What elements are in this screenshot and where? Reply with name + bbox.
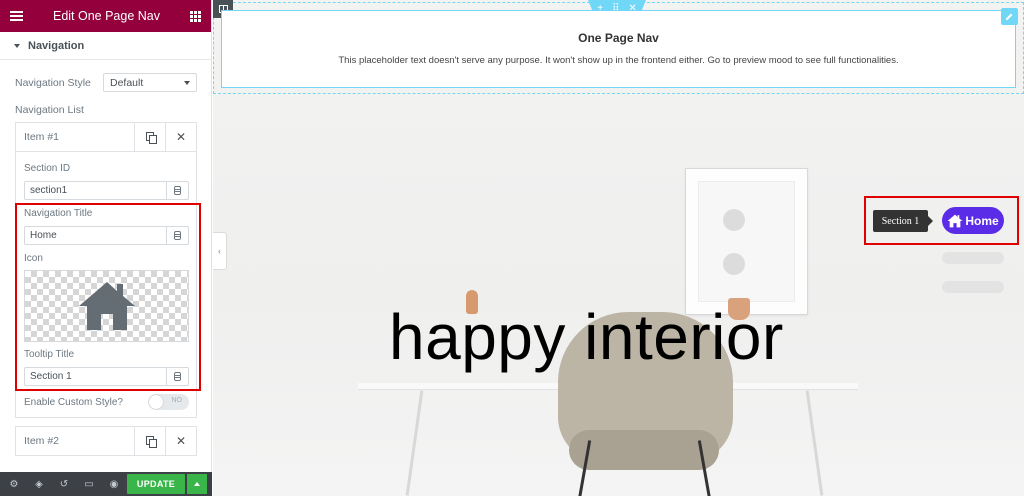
update-button[interactable]: UPDATE <box>127 474 185 494</box>
section-id-input[interactable]: section1 <box>24 181 167 200</box>
repeater-item-2-title: Item #2 <box>24 435 60 447</box>
navigation-style-row: Navigation Style <box>15 77 91 89</box>
icon-picker[interactable] <box>24 270 189 342</box>
nav-item-home[interactable]: Home <box>942 207 1004 234</box>
section-label: Navigation <box>28 39 85 52</box>
custom-style-toggle[interactable]: NO <box>148 394 189 410</box>
navigation-style-select[interactable]: Default <box>103 73 197 92</box>
home-icon <box>79 282 135 330</box>
hero-heading: happy interior <box>389 301 784 373</box>
menu-icon[interactable] <box>10 11 23 21</box>
navigation-list-label: Navigation List <box>15 104 84 116</box>
close-icon: ✕ <box>175 434 187 448</box>
database-icon <box>174 231 181 240</box>
save-options-button[interactable] <box>187 474 207 494</box>
navigation-title-input[interactable]: Home <box>24 226 167 245</box>
section-id-label: Section ID <box>24 163 71 174</box>
home-icon <box>947 214 963 227</box>
toggle-knob <box>149 395 163 409</box>
repeater-item-1-title: Item #1 <box>24 131 60 143</box>
collapse-panel-handle[interactable]: ‹ <box>213 232 227 270</box>
database-icon <box>174 186 181 195</box>
tooltip-title-dynamic-button[interactable] <box>167 367 189 386</box>
tooltip-title-label: Tooltip Title <box>24 349 75 360</box>
panel-title: Edit One Page Nav <box>52 9 160 23</box>
navigator-layers-icon[interactable]: ◈ <box>33 478 45 490</box>
panel-footer: ⚙ ◈ ↺ ▭ ◉ UPDATE <box>0 472 212 496</box>
widgets-grid-icon[interactable] <box>189 10 201 22</box>
wall-frame-image <box>685 168 808 315</box>
navigation-section-toggle[interactable]: Navigation <box>0 32 211 60</box>
pencil-icon <box>1006 13 1013 20</box>
navigation-style-label: Navigation Style <box>15 77 91 89</box>
database-icon <box>174 372 181 381</box>
nav-item-placeholder[interactable] <box>942 252 1004 264</box>
widget-title: One Page Nav <box>578 31 659 45</box>
navigation-style-value: Default <box>110 77 144 89</box>
preview-eye-icon[interactable]: ◉ <box>108 478 120 490</box>
nav-item-home-label: Home <box>965 213 999 228</box>
settings-gear-icon[interactable]: ⚙ <box>8 478 20 490</box>
panel-header: Edit One Page Nav <box>0 0 211 32</box>
tooltip-title-input[interactable]: Section 1 <box>24 367 167 386</box>
custom-style-label: Enable Custom Style? <box>24 397 123 408</box>
widget-description: This placeholder text doesn't serve any … <box>338 55 899 66</box>
remove-item-button[interactable]: ✕ <box>165 123 196 151</box>
icon-label: Icon <box>24 253 43 264</box>
duplicate-icon <box>145 132 157 144</box>
select-arrow-icon <box>184 81 190 85</box>
editor-panel: Edit One Page Nav Navigation Navigation … <box>0 0 212 496</box>
navigation-title-label: Navigation Title <box>24 208 93 219</box>
responsive-mode-icon[interactable]: ▭ <box>83 478 95 490</box>
preview-canvas: happy interior + ⠿ ✕ One Page Nav This p… <box>213 0 1024 496</box>
duplicate-icon <box>145 436 157 448</box>
chevron-up-icon <box>194 482 200 486</box>
navigation-list-row: Navigation List <box>15 104 84 116</box>
repeater-item-2-header[interactable]: Item #2 ✕ <box>15 426 197 456</box>
duplicate-item-button[interactable] <box>134 123 165 151</box>
navigation-title-dynamic-button[interactable] <box>167 226 189 245</box>
remove-item-button[interactable]: ✕ <box>165 427 196 455</box>
history-icon[interactable]: ↺ <box>58 478 70 490</box>
section-id-dynamic-button[interactable] <box>167 181 189 200</box>
close-icon: ✕ <box>175 130 187 144</box>
chevron-left-icon: ‹ <box>218 246 221 256</box>
caret-down-icon <box>14 43 20 48</box>
one-page-nav-widget[interactable]: One Page Nav This placeholder text doesn… <box>221 10 1016 88</box>
duplicate-item-button[interactable] <box>134 427 165 455</box>
nav-tooltip: Section 1 <box>873 210 933 232</box>
repeater-item-1-header[interactable]: Item #1 ✕ <box>15 122 197 152</box>
edit-widget-button[interactable] <box>1001 8 1018 25</box>
toggle-state: NO <box>171 397 183 404</box>
nav-item-placeholder[interactable] <box>942 281 1004 293</box>
